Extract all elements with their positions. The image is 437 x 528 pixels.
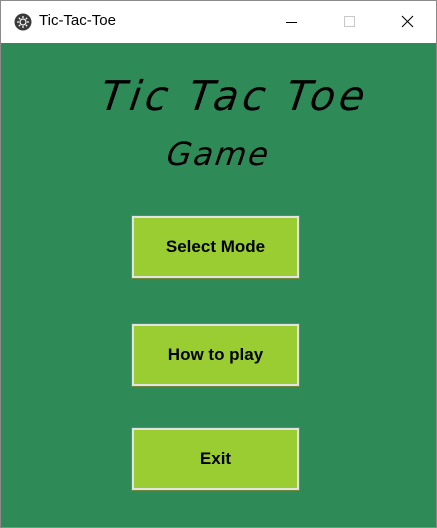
- main-panel: Tic Tac Toe Game Select Mode How to play…: [1, 43, 436, 527]
- minimize-button[interactable]: [263, 1, 321, 43]
- maximize-button[interactable]: [321, 1, 379, 43]
- minimize-icon: [286, 22, 297, 23]
- maximize-icon: [344, 16, 355, 27]
- select-mode-button[interactable]: Select Mode: [131, 215, 300, 279]
- exit-button[interactable]: Exit: [131, 427, 300, 491]
- how-to-play-button[interactable]: How to play: [131, 323, 300, 387]
- close-button[interactable]: [378, 1, 436, 43]
- game-title: Tic Tac Toe: [97, 72, 373, 120]
- close-icon: [401, 15, 414, 28]
- window-title: Tic-Tac-Toe: [39, 12, 116, 29]
- gear-icon: [14, 13, 32, 31]
- app-window: Tic-Tac-Toe Tic Tac Toe Game Select Mode…: [0, 0, 437, 528]
- game-subtitle: Game: [164, 135, 273, 173]
- title-bar[interactable]: Tic-Tac-Toe: [1, 1, 436, 43]
